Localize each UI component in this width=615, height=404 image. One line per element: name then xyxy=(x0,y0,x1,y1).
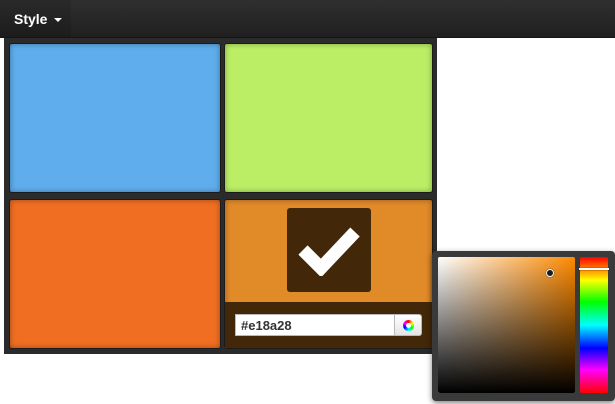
color-wheel-icon xyxy=(402,319,414,331)
saturation-value-field[interactable] xyxy=(438,257,575,393)
color-picker-button[interactable] xyxy=(395,314,422,336)
top-toolbar: Style xyxy=(0,0,615,38)
hex-input-bar xyxy=(225,302,432,348)
black-gradient xyxy=(438,257,575,393)
color-tile-green[interactable] xyxy=(224,43,433,193)
hue-slider[interactable] xyxy=(579,257,609,393)
caret-down-icon xyxy=(54,17,63,22)
color-tile-grid xyxy=(4,38,437,354)
color-tile-blue[interactable] xyxy=(9,43,221,193)
hue-slider-handle[interactable] xyxy=(579,267,609,270)
style-dropdown-label: Style xyxy=(14,10,48,27)
hex-color-input[interactable] xyxy=(235,314,395,336)
color-tile-orange[interactable] xyxy=(9,199,221,349)
color-picker-popup xyxy=(432,251,615,401)
checkmark-icon xyxy=(287,208,371,292)
color-tile-selected[interactable] xyxy=(224,199,433,349)
style-dropdown[interactable]: Style xyxy=(0,0,71,37)
